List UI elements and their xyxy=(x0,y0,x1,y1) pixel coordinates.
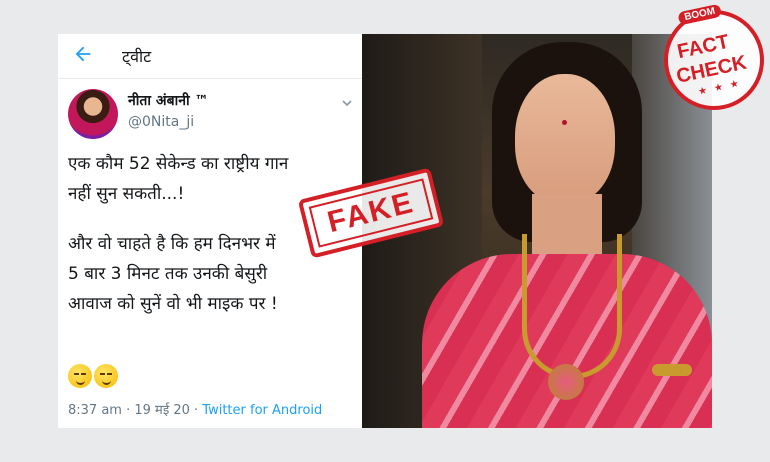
header-title: ट्वीट xyxy=(122,47,152,66)
person-face xyxy=(515,74,615,204)
chevron-down-icon[interactable] xyxy=(341,97,353,109)
tweet-line: 5 बार 3 मिनट तक उनकी बेसुरी xyxy=(68,264,268,284)
bindi xyxy=(562,120,567,125)
armlet xyxy=(652,364,692,376)
tweet-meta: 8:37 am · 19 मई 20 · Twitter for Android xyxy=(68,403,323,418)
necklace xyxy=(522,234,622,379)
tweet-source-link[interactable]: Twitter for Android xyxy=(202,403,322,418)
smirk-emoji-icon xyxy=(68,364,92,388)
tweet-line: आवाज को सुनें वो भी माइक पर ! xyxy=(68,294,278,314)
author-name[interactable]: नीता अंबानी ™ xyxy=(128,91,208,110)
tweet-time: 8:37 am xyxy=(68,403,122,418)
author-handle[interactable]: @0Nita_ji xyxy=(128,114,194,130)
smirk-emoji-icon xyxy=(94,364,118,388)
tweet-date: 19 मई 20 xyxy=(134,403,190,418)
tweet-line: एक कौम 52 सेकेन्ड का राष्ट्रीय गान xyxy=(68,154,289,174)
pendant xyxy=(548,364,584,400)
fact-check-badge: BOOM FACT CHECK ★ ★ ★ xyxy=(654,0,770,120)
back-arrow-icon[interactable] xyxy=(72,43,94,65)
emoji-row xyxy=(68,364,118,388)
tweet-header: ट्वीट xyxy=(58,34,362,79)
avatar[interactable] xyxy=(68,89,118,139)
